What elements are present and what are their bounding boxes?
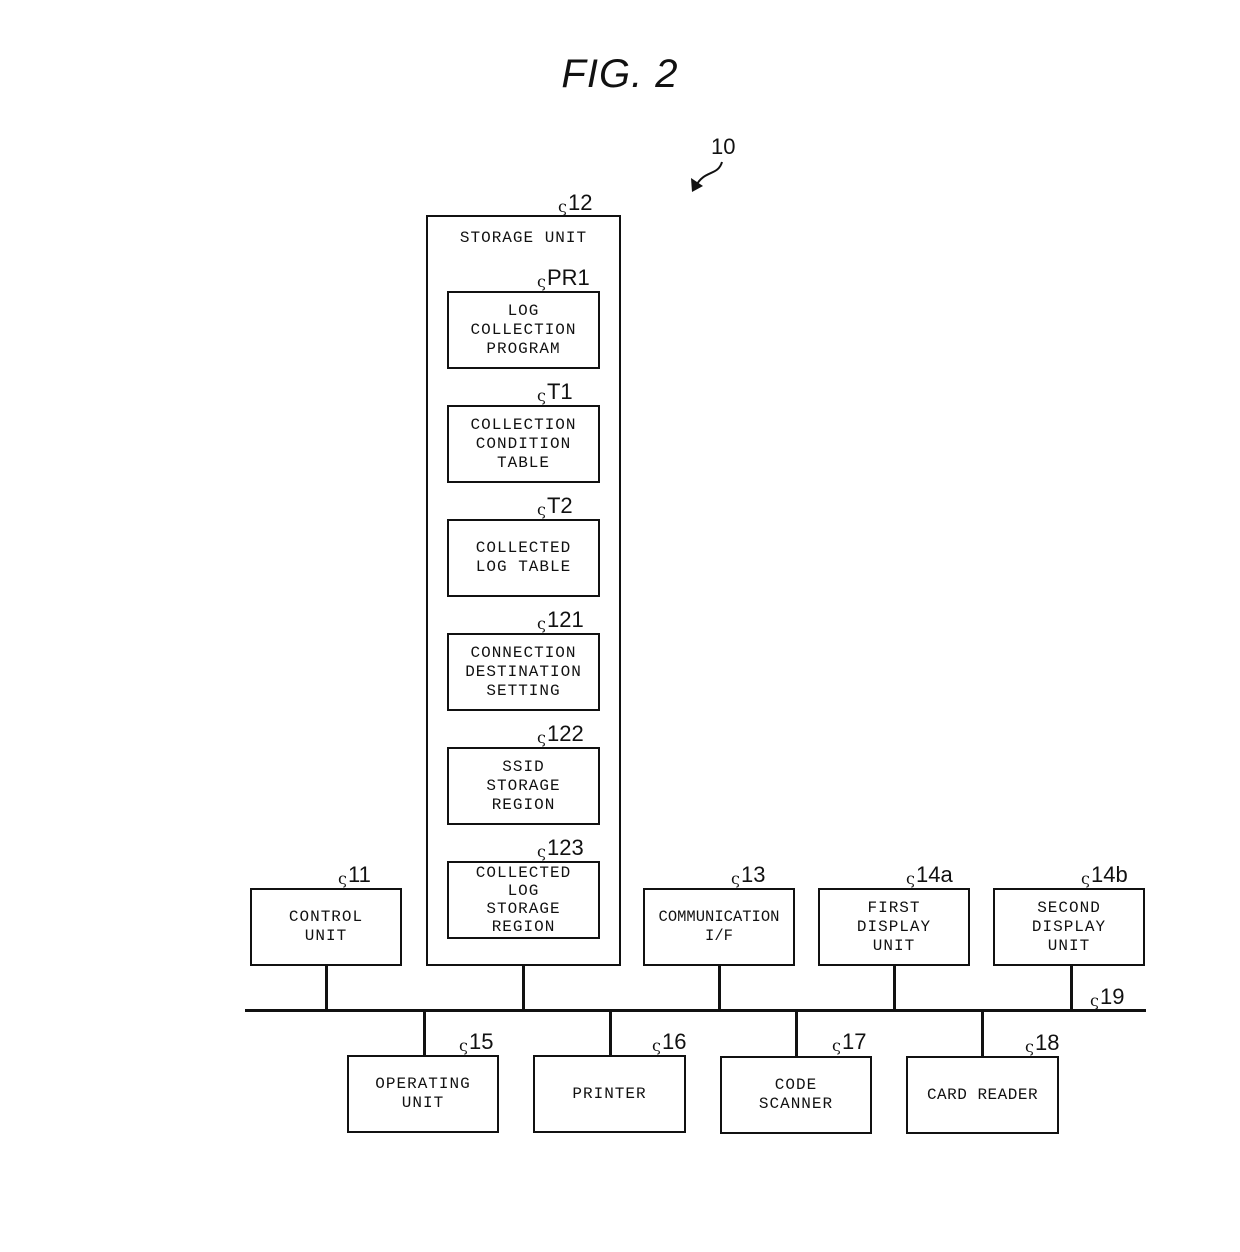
- first-display-unit-ref: ς14a: [906, 862, 953, 889]
- card-reader-ref: ς18: [1025, 1030, 1060, 1057]
- connector-card-reader: [981, 1010, 984, 1056]
- code-scanner-ref: ς17: [832, 1029, 867, 1056]
- storage-unit-label: STORAGE UNIT: [459, 229, 588, 247]
- item-ref-121: ς121: [537, 607, 584, 634]
- ref-number: 12: [567, 190, 593, 215]
- leader-mark: ς: [459, 1036, 468, 1055]
- ref-number: 14b: [1090, 862, 1128, 887]
- ref-number: 121: [546, 607, 584, 632]
- ref-number: 13: [740, 862, 766, 887]
- ref-number: 14a: [915, 862, 953, 887]
- connector-first-display: [893, 966, 896, 1010]
- ref-number: 122: [546, 721, 584, 746]
- ref-number: 15: [468, 1029, 494, 1054]
- leader-mark: ς: [537, 386, 546, 405]
- leader-mark: ς: [537, 842, 546, 861]
- leader-mark: ς: [537, 614, 546, 633]
- connector-second-display: [1070, 966, 1073, 1010]
- leader-mark: ς: [558, 197, 567, 216]
- leader-mark: ς: [731, 869, 740, 888]
- ref-number: 16: [661, 1029, 687, 1054]
- connector-control-unit: [325, 966, 328, 1010]
- connector-printer: [609, 1010, 612, 1056]
- control-unit-ref: ς11: [338, 862, 371, 889]
- leader-mark: ς: [537, 500, 546, 519]
- ref-number: T2: [546, 493, 573, 518]
- communication-if-ref: ς13: [731, 862, 766, 889]
- ref-number: 123: [546, 835, 584, 860]
- item-ref-123: ς123: [537, 835, 584, 862]
- ref-number: 18: [1034, 1030, 1060, 1055]
- card-reader-box: CARD READER: [906, 1056, 1059, 1134]
- connector-communication-if: [718, 966, 721, 1010]
- item-ref-pr1: ςPR1: [537, 265, 590, 292]
- ref-number: 17: [841, 1029, 867, 1054]
- second-display-unit-ref: ς14b: [1081, 862, 1128, 889]
- leader-mark: ς: [832, 1036, 841, 1055]
- ref-number: T1: [546, 379, 573, 404]
- leader-mark: ς: [1090, 991, 1099, 1010]
- leader-mark: ς: [652, 1036, 661, 1055]
- bus-ref: ς19: [1090, 984, 1125, 1011]
- storage-unit-ref: ς12: [558, 190, 593, 217]
- control-unit-box: CONTROL UNIT: [250, 888, 402, 966]
- collected-log-storage-region-box: COLLECTED LOG STORAGE REGION: [447, 861, 600, 939]
- operating-unit-box: OPERATING UNIT: [347, 1055, 499, 1133]
- ref-number: 19: [1099, 984, 1125, 1009]
- connection-destination-setting-box: CONNECTION DESTINATION SETTING: [447, 633, 600, 711]
- system-ref-arrow: [695, 161, 723, 187]
- leader-mark: ς: [1081, 869, 1090, 888]
- item-ref-122: ς122: [537, 721, 584, 748]
- connector-storage-unit: [522, 966, 525, 1010]
- leader-mark: ς: [1025, 1037, 1034, 1056]
- connector-operating-unit: [423, 1010, 426, 1056]
- ssid-storage-region-box: SSID STORAGE REGION: [447, 747, 600, 825]
- ref-number: PR1: [546, 265, 590, 290]
- operating-unit-ref: ς15: [459, 1029, 494, 1056]
- leader-mark: ς: [338, 869, 347, 888]
- leader-mark: ς: [537, 728, 546, 747]
- collection-condition-table-box: COLLECTION CONDITION TABLE: [447, 405, 600, 483]
- item-ref-t1: ςT1: [537, 379, 573, 406]
- connector-code-scanner: [795, 1010, 798, 1056]
- printer-ref: ς16: [652, 1029, 687, 1056]
- leader-mark: ς: [906, 869, 915, 888]
- first-display-unit-box: FIRST DISPLAY UNIT: [818, 888, 970, 966]
- collected-log-table-box: COLLECTED LOG TABLE: [447, 519, 600, 597]
- item-ref-t2: ςT2: [537, 493, 573, 520]
- second-display-unit-box: SECOND DISPLAY UNIT: [993, 888, 1145, 966]
- leader-mark: ς: [537, 272, 546, 291]
- communication-if-box: COMMUNICATION I/F: [643, 888, 795, 966]
- log-collection-program-box: LOG COLLECTION PROGRAM: [447, 291, 600, 369]
- printer-box: PRINTER: [533, 1055, 686, 1133]
- system-bus-line: [245, 1009, 1146, 1012]
- ref-number: 11: [347, 862, 371, 887]
- code-scanner-box: CODE SCANNER: [720, 1056, 872, 1134]
